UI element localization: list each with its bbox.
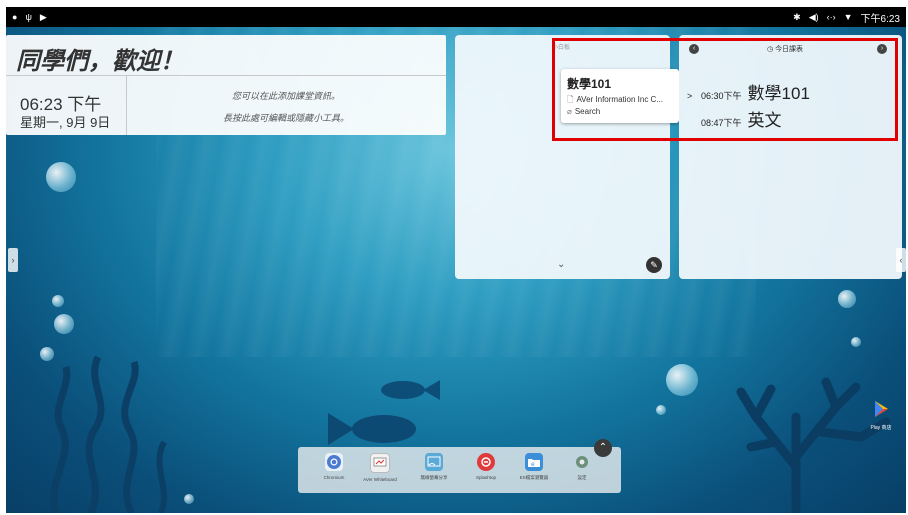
bubble	[46, 162, 76, 192]
seaweed	[50, 355, 167, 513]
class-info-text: 您可以在此添加課堂資訊。	[231, 91, 340, 101]
bubble	[838, 290, 856, 308]
bubble	[851, 337, 861, 347]
splashtop-icon	[477, 453, 495, 471]
chevron-up-icon[interactable]: ⌃	[594, 439, 612, 457]
play-icon: ▶	[39, 12, 47, 22]
screen-share-icon	[425, 453, 443, 471]
dock-label: 無線螢幕分享	[420, 475, 448, 480]
bubble	[54, 314, 74, 334]
coral	[736, 377, 891, 513]
settings-icon	[573, 453, 591, 471]
right-panel-arrow[interactable]: ‹	[896, 248, 906, 272]
app-dock: Chromium AVer Whiteboard 無線螢幕分享 Splashto…	[298, 447, 621, 493]
wifi-icon: ▼	[843, 12, 853, 22]
welcome-title: 同學們，歡迎！	[16, 48, 184, 75]
volume-icon: ◀)	[808, 12, 819, 22]
fish-icon	[328, 413, 416, 445]
dock-app-settings[interactable]: 設定	[562, 453, 602, 481]
home-screen: ● ψ ▶ ✱ ◀) ‹·› ▼ 下午6:23 同學們，歡迎！ 06:23 下午…	[6, 7, 906, 513]
dock-app-aver-whiteboard[interactable]: AVer Whiteboard	[360, 453, 400, 482]
dock-app-screen-share[interactable]: 無線螢幕分享	[414, 453, 454, 481]
bubble	[656, 405, 666, 415]
chromium-icon	[325, 453, 343, 471]
dock-app-chromium[interactable]: Chromium	[314, 453, 354, 480]
whiteboard-icon	[370, 453, 390, 473]
bubble	[184, 494, 194, 504]
bluetooth-icon: ✱	[793, 12, 801, 22]
widget-date: 星期一, 9月 9日	[20, 115, 111, 130]
file-explorer-icon: e	[525, 453, 543, 471]
dock-app-es-file-explorer[interactable]: e ES檔案瀏覽器	[514, 453, 554, 481]
divider	[6, 75, 446, 76]
welcome-widget[interactable]: 同學們，歡迎！ 06:23 下午 星期一, 9月 9日 您可以在此添加課堂資訊。…	[6, 35, 446, 135]
usb-icon: ψ	[25, 12, 32, 22]
dock-label: 設定	[577, 475, 587, 480]
bubble	[52, 295, 64, 307]
divider	[126, 76, 127, 135]
pencil-icon[interactable]: ✎	[646, 257, 662, 273]
fish-icon	[381, 380, 440, 400]
class-info-hint: 長按此處可編輯或隱藏小工具。	[222, 113, 349, 123]
play-store-label: Play 商店	[870, 425, 892, 431]
play-store-shortcut[interactable]: Play 商店	[866, 400, 896, 431]
highlight-box	[552, 38, 898, 141]
play-store-icon	[875, 401, 888, 417]
svg-text:e: e	[531, 461, 535, 468]
dot-icon: ●	[12, 12, 18, 22]
ethernet-icon: ‹·›	[826, 12, 836, 22]
chevron-down-icon[interactable]: ⌄	[557, 259, 565, 270]
status-bar: ● ψ ▶ ✱ ◀) ‹·› ▼ 下午6:23	[6, 7, 906, 27]
status-time: 下午6:23	[860, 13, 900, 25]
dock-label: ES檔案瀏覽器	[519, 475, 549, 480]
left-panel-arrow[interactable]: ›	[8, 248, 18, 272]
dock-label: Chromium	[323, 475, 345, 480]
dock-app-splashtop[interactable]: Splashtop	[466, 453, 506, 480]
dock-label: Splashtop	[475, 475, 496, 480]
bubble	[666, 364, 698, 396]
dock-label: AVer Whiteboard	[363, 477, 397, 482]
